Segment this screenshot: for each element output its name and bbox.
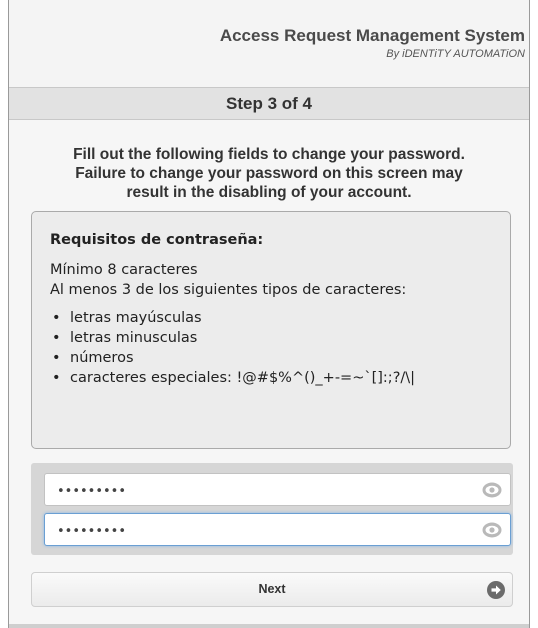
header: Access Request Management System By iDEN… <box>9 0 529 87</box>
next-button[interactable]: Next <box>31 572 513 607</box>
list-item: • números <box>50 348 492 368</box>
bullet-icon: • <box>52 350 61 366</box>
instructions-text: Fill out the following fields to change … <box>9 145 529 202</box>
confirm-password-field[interactable] <box>44 513 511 546</box>
requirement-text: caracteres especiales: !@#$%^()_+-=~`[]:… <box>70 370 416 386</box>
next-button-label: Next <box>258 582 286 596</box>
requirement-text: letras minusculas <box>70 330 198 346</box>
page-frame: Access Request Management System By iDEN… <box>8 0 530 628</box>
confirm-password-input[interactable] <box>55 520 459 542</box>
step-indicator: Step 3 of 4 <box>9 87 529 120</box>
new-password-field[interactable] <box>44 473 511 506</box>
eye-icon[interactable] <box>482 522 502 538</box>
bullet-icon: • <box>52 370 61 386</box>
requirements-title: Requisitos de contraseña: <box>50 232 264 248</box>
eye-icon[interactable] <box>482 482 502 498</box>
list-item: • letras minusculas <box>50 328 492 348</box>
requirement-text: números <box>70 350 134 366</box>
password-fields-panel <box>31 463 513 555</box>
bullet-icon: • <box>52 310 61 326</box>
list-item: • caracteres especiales: !@#$%^()_+-=~`[]… <box>50 368 492 388</box>
requirements-min-length: Mínimo 8 caracteres <box>50 262 198 278</box>
requirements-at-least: Al menos 3 de los siguientes tipos de ca… <box>50 282 407 298</box>
instructions-line: Failure to change your password on this … <box>75 165 463 182</box>
instructions-line: result in the disabling of your account. <box>126 184 412 201</box>
bullet-icon: • <box>52 330 61 346</box>
new-password-input[interactable] <box>55 480 459 502</box>
footer-divider <box>9 624 529 628</box>
instructions-line: Fill out the following fields to change … <box>73 146 465 163</box>
app-subtitle: By iDENTiTY AUTOMATiON <box>386 48 525 60</box>
list-item: • letras mayúsculas <box>50 308 492 328</box>
app-title: Access Request Management System <box>219 26 525 45</box>
arrow-right-circle-icon <box>487 581 505 599</box>
password-requirements-box: Requisitos de contraseña: Mínimo 8 carac… <box>31 211 511 449</box>
requirements-list: • letras mayúsculas • letras minusculas • n… <box>50 308 492 388</box>
requirement-text: letras mayúsculas <box>70 310 202 326</box>
